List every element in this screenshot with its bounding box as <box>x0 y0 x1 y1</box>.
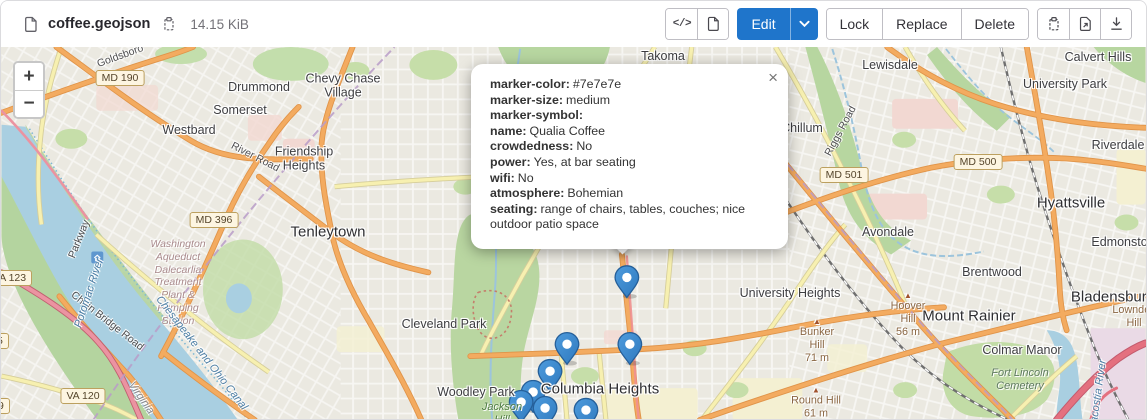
edit-button[interactable]: Edit <box>737 8 789 40</box>
file-header: coffee.geojson 14.15 KiB </> Edit Lock <box>1 1 1146 47</box>
download-button[interactable] <box>1100 9 1131 39</box>
popup-close-button[interactable]: × <box>768 69 778 86</box>
map-marker-pin[interactable] <box>574 398 598 420</box>
zoom-out-button[interactable]: − <box>15 90 43 117</box>
clipboard-icon <box>1046 16 1061 32</box>
popup-field: atmosphere:Bohemian <box>490 186 770 202</box>
popup-field: marker-size:medium <box>490 93 770 109</box>
file-viewer: coffee.geojson 14.15 KiB </> Edit Lock <box>0 0 1147 420</box>
edit-dropdown-button[interactable] <box>790 8 818 40</box>
file-size: 14.15 KiB <box>190 17 249 32</box>
map-view[interactable]: Takoma Lewisdale Calvert Hills Universit… <box>1 47 1146 420</box>
zoom-in-button[interactable]: + <box>15 63 43 90</box>
popup-field: wifi:No <box>490 171 770 187</box>
file-name: coffee.geojson <box>48 16 150 32</box>
download-icon <box>1109 16 1124 32</box>
code-icon: </> <box>673 18 691 30</box>
map-marker-pin[interactable] <box>533 396 557 420</box>
view-toggle: </> <box>665 8 729 40</box>
copy-contents-button[interactable] <box>1038 9 1069 39</box>
edit-split-button: Edit <box>737 8 817 40</box>
rendered-view-button[interactable] <box>697 9 728 39</box>
document-icon <box>706 16 721 32</box>
file-tools <box>1037 8 1132 40</box>
chevron-down-icon <box>799 20 810 28</box>
open-raw-button[interactable] <box>1069 9 1100 39</box>
delete-button[interactable]: Delete <box>961 9 1028 39</box>
popup-field: marker-symbol: <box>490 108 770 124</box>
copy-path-button[interactable] <box>159 14 178 34</box>
popup-field: seating:range of chairs, tables, couches… <box>490 202 770 233</box>
file-actions: Lock Replace Delete <box>826 8 1029 40</box>
file-raw-icon <box>1078 16 1093 32</box>
feature-popup: × marker-color:#7e7e7e marker-size:mediu… <box>471 64 788 249</box>
map-zoom-control: + − <box>13 61 45 119</box>
lock-button[interactable]: Lock <box>827 9 883 39</box>
popup-field: power:Yes, at bar seating <box>490 155 770 171</box>
code-view-button[interactable]: </> <box>666 9 697 39</box>
landmark-icon <box>91 251 103 263</box>
popup-field: marker-color:#7e7e7e <box>490 77 770 93</box>
file-icon <box>23 16 39 33</box>
replace-button[interactable]: Replace <box>882 9 960 39</box>
popup-field: name:Qualia Coffee <box>490 124 770 140</box>
popup-field: crowdedness:No <box>490 139 770 155</box>
